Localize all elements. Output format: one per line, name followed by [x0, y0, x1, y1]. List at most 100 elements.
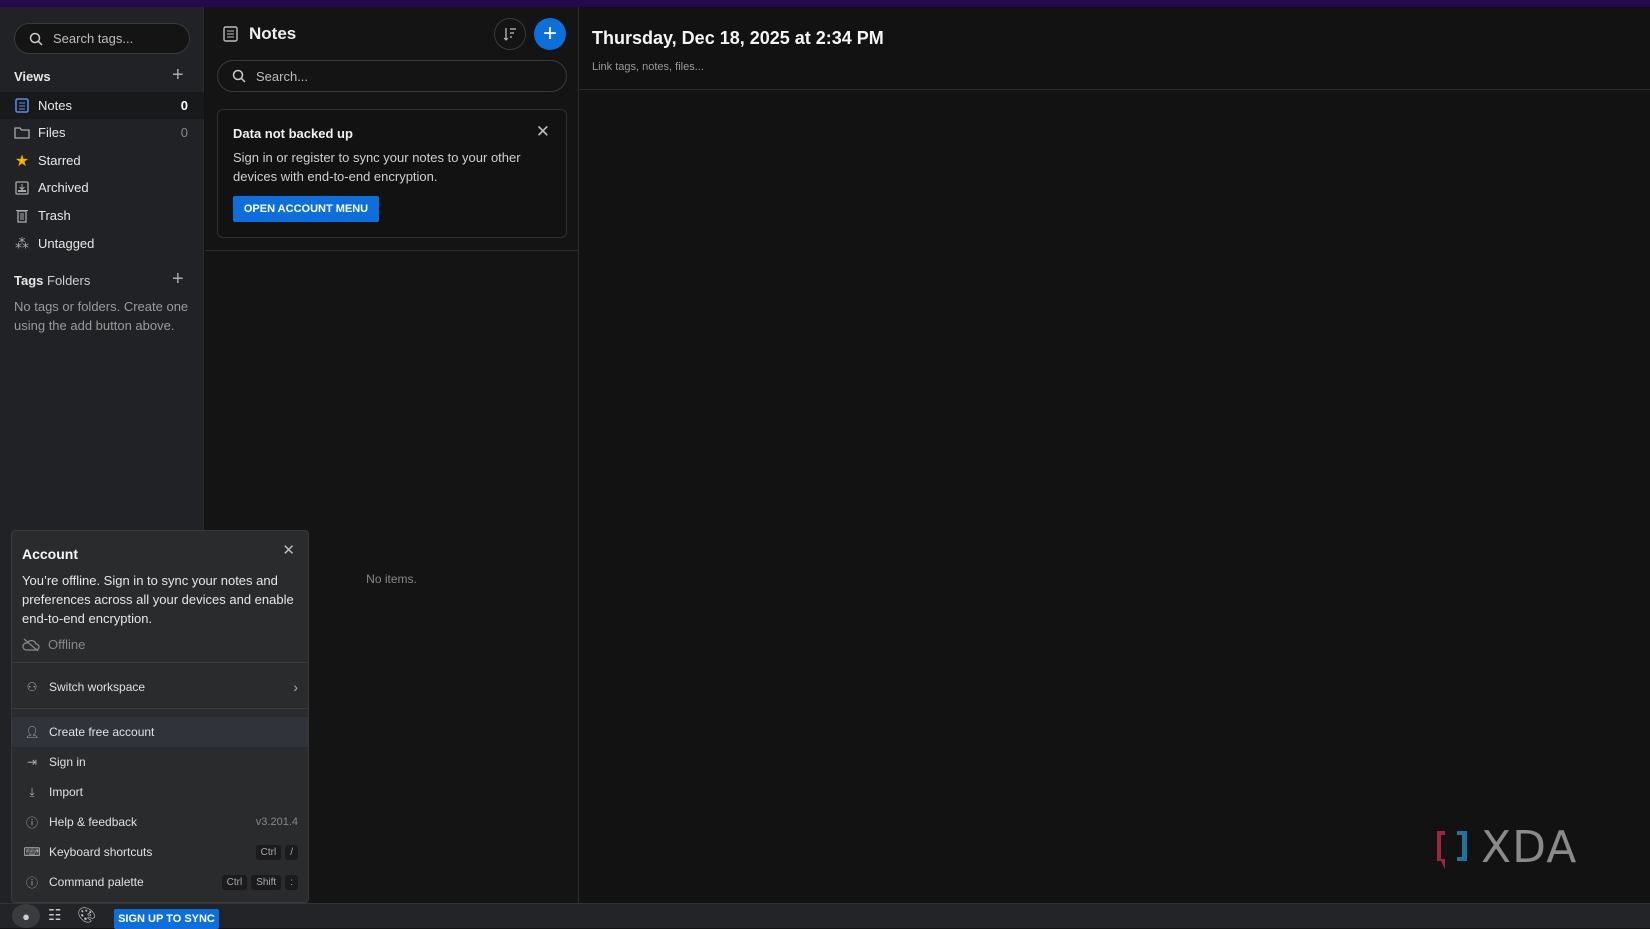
kbd-key: Shift: [251, 874, 282, 890]
switch-workspace-icon: ⚇: [26, 680, 38, 694]
keyboard-icon: ⌨: [23, 845, 41, 859]
tags-label[interactable]: Tags: [14, 273, 43, 288]
kbd-key: Ctrl: [221, 874, 248, 890]
menu-item-label: Help & feedback: [49, 815, 138, 829]
themes-button[interactable]: 🎨︎: [77, 906, 96, 924]
untagged-icon: ⁂: [15, 235, 29, 251]
switch-workspace-item[interactable]: ⚇ Switch workspace ›: [12, 672, 308, 702]
star-icon: ★: [14, 152, 30, 170]
notes-count: 0: [180, 98, 188, 113]
sidebar-item-trash[interactable]: Trash: [0, 202, 204, 229]
views-heading: Views: [14, 69, 51, 84]
banner-text: Sign in or register to sync your notes t…: [233, 150, 521, 184]
search-icon: [29, 32, 43, 46]
backup-banner: Data not backed up ✕ Sign in or register…: [217, 109, 567, 238]
sidebar-item-label: Files: [38, 125, 66, 140]
menu-item-label: Command palette: [49, 875, 144, 889]
notes-icon: [14, 98, 30, 114]
menu-item-label: Create free account: [49, 725, 155, 739]
divider: [205, 250, 578, 251]
sidebar-item-label: Starred: [38, 153, 81, 168]
sidebar-item-untagged[interactable]: ⁂ Untagged: [0, 230, 204, 257]
import-item[interactable]: ⤓ Import: [12, 778, 308, 806]
offline-status: Offline: [22, 637, 85, 652]
kbd-key: :: [285, 874, 298, 890]
archive-icon: [14, 180, 30, 196]
list-title: Notes: [249, 24, 297, 43]
offline-label: Offline: [48, 637, 86, 652]
menu-item-label: Sign in: [49, 755, 86, 769]
palette-icon: 🎨︎: [77, 907, 97, 924]
sign-in-icon: ⇥: [26, 755, 38, 769]
link-input[interactable]: Link tags, notes, files...: [592, 61, 704, 73]
sort-icon: [503, 28, 516, 41]
banner-title: Data not backed up: [233, 126, 353, 141]
account-menu: Account ✕ You’re offline. Sign in to syn…: [11, 530, 309, 903]
menu-item-label: Import: [49, 785, 84, 799]
help-feedback-item[interactable]: ⓘ Help & feedback v3.201.4: [12, 808, 308, 836]
notes-search-placeholder: Search...: [256, 68, 309, 84]
kbd-key: /: [285, 844, 298, 860]
kbd-key: Ctrl: [255, 844, 282, 860]
close-banner-button[interactable]: ✕: [536, 122, 550, 142]
import-icon: ⤓: [29, 784, 35, 799]
xda-text: XDA: [1481, 822, 1578, 873]
search-icon: [232, 69, 246, 83]
sidebar-item-notes[interactable]: Notes 0: [0, 92, 204, 119]
folder-icon: [14, 125, 30, 141]
chevron-right-icon: ›: [293, 679, 298, 695]
new-note-button[interactable]: +: [534, 18, 566, 50]
menu-item-label: Keyboard shortcuts: [49, 845, 153, 859]
xda-logo-icon: [1437, 830, 1467, 869]
divider: [12, 662, 308, 663]
version-label: v3.201.4: [255, 816, 298, 828]
folders-label[interactable]: Folders: [47, 273, 90, 288]
sidebar-item-files[interactable]: Files 0: [0, 119, 204, 146]
sliders-icon: ☷: [48, 907, 62, 924]
sidebar-item-label: Notes: [38, 98, 72, 113]
files-count: 0: [180, 125, 188, 140]
preferences-button[interactable]: ☷: [48, 906, 61, 924]
add-tag-button[interactable]: +: [172, 269, 184, 289]
search-tags-placeholder: Search tags...: [53, 31, 134, 46]
trash-icon: [14, 208, 30, 224]
sidebar-item-archived[interactable]: Archived: [0, 174, 204, 201]
sort-button[interactable]: [494, 18, 526, 50]
note-title[interactable]: Thursday, Dec 18, 2025 at 2:34 PM: [592, 28, 884, 49]
sidebar-item-label: Untagged: [38, 236, 95, 251]
keyboard-shortcuts-item[interactable]: ⌨ Keyboard shortcuts Ctrl /: [12, 838, 308, 866]
help-icon: ⓘ: [25, 815, 38, 830]
sidebar-item-label: Trash: [38, 208, 71, 223]
divider: [580, 89, 1650, 90]
account-title: Account: [22, 546, 78, 562]
sidebar-item-label: Archived: [38, 180, 89, 195]
search-tags-input[interactable]: Search tags...: [14, 23, 190, 54]
open-account-menu-button[interactable]: OPEN ACCOUNT MENU: [233, 196, 379, 222]
status-bar: ● ☷ 🎨︎ SIGN UP TO SYNC: [0, 903, 1650, 929]
window-top-bar: [0, 0, 1650, 7]
close-icon: ✕: [282, 542, 295, 559]
xda-watermark: XDA: [1435, 822, 1577, 873]
add-view-button[interactable]: +: [172, 65, 184, 85]
close-account-menu-button[interactable]: ✕: [282, 541, 295, 559]
account-button[interactable]: ●: [12, 904, 40, 928]
create-account-item[interactable]: 👤︎ Create free account: [12, 717, 308, 747]
editor-panel: Thursday, Dec 18, 2025 at 2:34 PM Link t…: [580, 7, 1650, 903]
tags-empty-text: No tags or folders. Create one using the…: [14, 299, 189, 333]
account-description: You’re offline. Sign in to sync your not…: [22, 573, 294, 626]
sidebar-item-starred[interactable]: ★ Starred: [0, 147, 204, 174]
notes-search-input[interactable]: Search...: [217, 60, 567, 92]
command-palette-item[interactable]: ⓘ Command palette Ctrl Shift:: [12, 868, 308, 896]
sign-up-to-sync-button[interactable]: SIGN UP TO SYNC: [114, 909, 219, 929]
sign-in-item[interactable]: ⇥ Sign in: [12, 748, 308, 776]
notes-icon: [223, 26, 238, 47]
account-icon: ●: [22, 908, 30, 924]
cloud-off-icon: [22, 638, 40, 651]
plus-icon: +: [542, 20, 557, 47]
menu-item-label: Switch workspace: [49, 680, 146, 694]
tags-folders-heading: Tags Folders: [14, 273, 90, 288]
user-icon: 👤︎: [24, 725, 40, 739]
divider: [12, 708, 308, 709]
close-icon: ✕: [535, 122, 550, 141]
info-icon: ⓘ: [25, 875, 38, 890]
